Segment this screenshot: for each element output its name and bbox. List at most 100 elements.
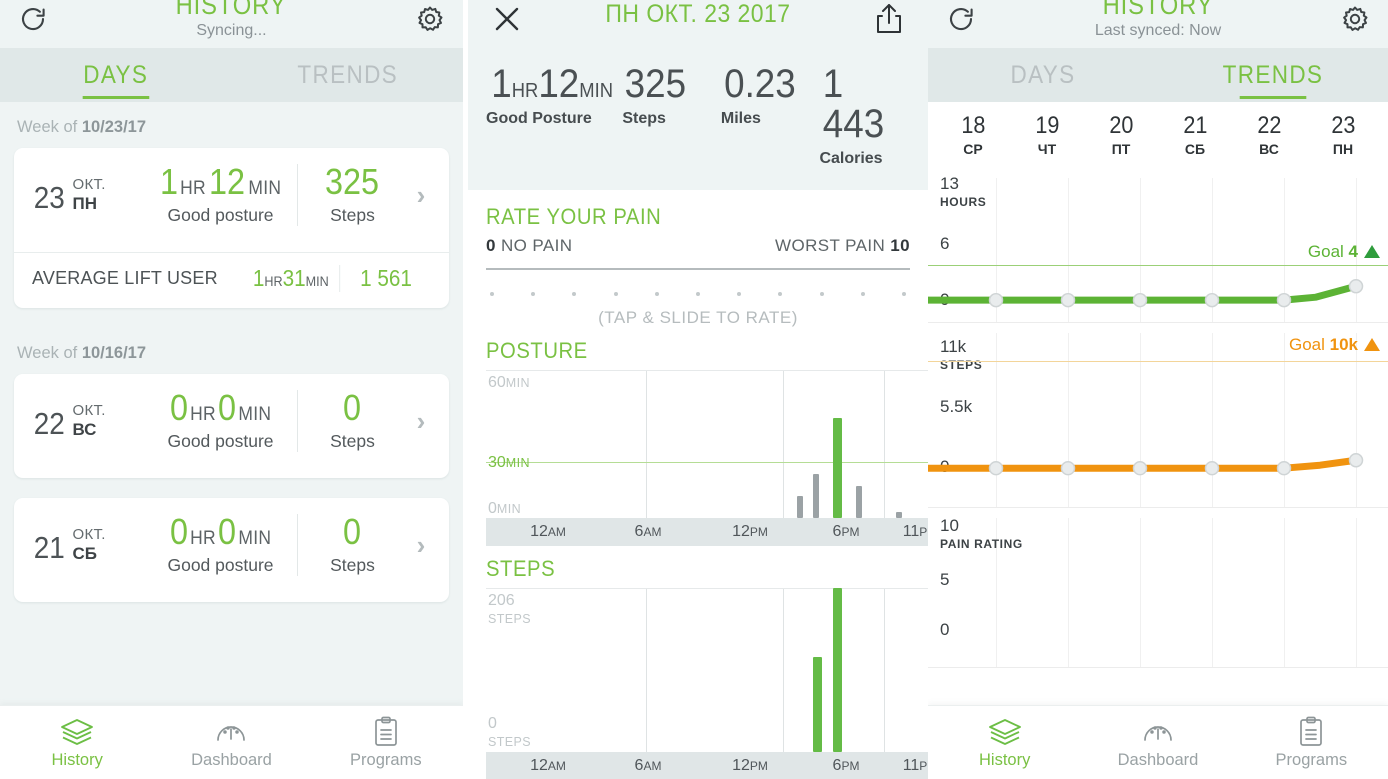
steps-chart-section: STEPS 206 STEPS 0 STEPS 12AM 6AM 12PM 6PM … (468, 546, 928, 779)
clipboard-icon (1235, 716, 1388, 748)
history-day-list[interactable]: Week of 10/23/17 23 ОКТ. ПН 1 HR12 MIN G… (0, 102, 463, 705)
bottom-tab-dashboard[interactable]: Dashboard (1081, 716, 1234, 770)
average-hours: 1 (252, 265, 265, 291)
posture-x-axis: 12AM 6AM 12PM 6PM 11PM (486, 518, 928, 546)
steps-value: 0 (343, 387, 362, 428)
posture-bar (856, 486, 862, 518)
tab-days[interactable]: DAYS (12, 61, 220, 90)
posture-metric: 0 HR0 MIN Good posture (150, 514, 297, 576)
trend-day-selector: 18 СР 19 ЧТ 20 ПТ 21 СБ 22 ВС 23 ПН (928, 102, 1388, 168)
bottom-tab-dashboard[interactable]: Dashboard (154, 716, 308, 770)
day-card[interactable]: 21 ОКТ. СБ 0 HR0 MIN Good posture 0 Step… (14, 498, 449, 602)
day-cell[interactable]: 18 СР (936, 113, 1010, 157)
bottom-tab-label: History (978, 750, 1031, 769)
pain-tick[interactable] (531, 292, 536, 296)
pain-max-number: 10 (890, 236, 910, 255)
day-cell-number: 20 (1108, 111, 1134, 139)
week-header-date: 10/23/17 (81, 118, 147, 136)
posture-chart-title: POSTURE (486, 338, 588, 363)
refresh-icon[interactable] (944, 2, 978, 36)
gridline (1068, 518, 1069, 667)
bottom-tab-label: Dashboard (1117, 750, 1199, 769)
steps-metric: 0 Steps (297, 390, 401, 452)
bottom-tab-history[interactable]: History (0, 716, 154, 770)
pain-tick[interactable] (819, 292, 824, 296)
pain-tick[interactable] (572, 292, 577, 296)
pain-unit-label: PAIN RATING (940, 537, 1023, 551)
pain-tick[interactable] (860, 292, 865, 296)
tab-trends[interactable]: TRENDS (1170, 61, 1377, 90)
average-minutes-unit: MIN (305, 273, 329, 289)
pain-tick[interactable] (695, 292, 700, 296)
share-icon[interactable] (872, 2, 906, 36)
steps-x-axis: 12AM 6AM 12PM 6PM 11PM (486, 752, 928, 779)
bottom-tab-history[interactable]: History (928, 716, 1081, 770)
pain-slider-ticks[interactable] (486, 292, 910, 296)
steps-chart-plot: 206 STEPS 0 STEPS (486, 588, 928, 752)
bottom-tab-label: Programs (350, 750, 422, 769)
day-cell-number: 22 (1256, 111, 1282, 139)
stat-value: 1 443 (823, 62, 885, 146)
pain-tick[interactable] (901, 292, 906, 296)
posture-bar-highlighted (833, 418, 842, 518)
day-number: 22 (33, 406, 65, 442)
stat-unit-min: MIN (579, 80, 614, 102)
posture-xtick: 12PM (732, 523, 768, 540)
bottom-tab-label: History (51, 750, 103, 769)
posture-label: Good posture (167, 205, 274, 225)
day-cell[interactable]: 22 ВС (1232, 111, 1306, 157)
pain-ytick-max-value: 10 (940, 516, 959, 535)
refresh-icon[interactable] (16, 2, 50, 36)
chevron-right-icon[interactable]: › (401, 180, 441, 211)
posture-chart-plot: 60MIN 30MIN 0MIN (486, 370, 928, 518)
gear-icon[interactable] (413, 2, 447, 36)
pain-ytick-max: 10 PAIN RATING (940, 516, 1023, 551)
day-weekday: ПН (72, 194, 97, 213)
gauge-icon (154, 716, 308, 748)
chevron-right-icon[interactable]: › (401, 530, 441, 561)
day-cell[interactable]: 21 СБ (1158, 111, 1232, 157)
pain-section-title: RATE YOUR PAIN (486, 204, 662, 229)
day-card-main-row[interactable]: 23 ОКТ. ПН 1 HR12 MIN Good posture 325 S… (14, 148, 449, 252)
week-header: Week of 10/23/17 (14, 102, 449, 148)
day-card[interactable]: 22 ОКТ. ВС 0 HR0 MIN Good posture 0 Step… (14, 374, 449, 478)
day-cell-number: 19 (1034, 111, 1060, 139)
sync-status: Last synced: Now (1094, 22, 1222, 39)
posture-ytick-30: 30MIN (488, 454, 530, 471)
day-card[interactable]: 23 ОКТ. ПН 1 HR12 MIN Good posture 325 S… (14, 148, 449, 308)
pain-tick[interactable] (490, 292, 494, 296)
steps-ytick-0: 0 STEPS (488, 715, 531, 749)
week-header-prefix: Week of (17, 344, 82, 362)
day-cell[interactable]: 23 ПН (1306, 113, 1380, 157)
pain-tick[interactable] (737, 292, 742, 296)
bottom-tab-programs[interactable]: Programs (309, 716, 463, 770)
bottom-tab-programs[interactable]: Programs (1235, 716, 1388, 770)
data-point (1348, 453, 1364, 468)
day-cell-weekday: ВС (1259, 140, 1279, 157)
week-header-prefix: Week of (17, 118, 82, 136)
day-month: ОКТ. (72, 526, 106, 544)
gauge-icon (1081, 716, 1234, 748)
pain-tick[interactable] (654, 292, 659, 296)
pain-tick[interactable] (778, 292, 783, 296)
close-icon[interactable] (490, 2, 524, 36)
posture-minutes: 0 (217, 387, 236, 428)
posture-minutes-unit: MIN (238, 404, 271, 425)
bottom-tab-label: Dashboard (191, 750, 272, 769)
trend-pain-chart: 10 PAIN RATING 5 0 (928, 508, 1388, 668)
gridline (1140, 518, 1141, 667)
tab-days[interactable]: DAYS (940, 61, 1147, 90)
day-cell-number: 21 (1182, 111, 1208, 139)
chevron-right-icon[interactable]: › (401, 406, 441, 437)
sync-status: Syncing... (196, 22, 267, 39)
tab-trends[interactable]: TRENDS (243, 61, 451, 90)
day-card-main-row[interactable]: 22 ОКТ. ВС 0 HR0 MIN Good posture 0 Step… (14, 374, 449, 478)
day-cell[interactable]: 19 ЧТ (1010, 111, 1084, 157)
pain-slider-track[interactable] (486, 268, 910, 270)
gear-icon[interactable] (1338, 2, 1372, 36)
pain-tick[interactable] (613, 292, 618, 296)
posture-bar (813, 474, 819, 518)
day-cell[interactable]: 20 ПТ (1084, 111, 1158, 157)
stat-label: Calories (819, 150, 883, 167)
day-card-main-row[interactable]: 21 ОКТ. СБ 0 HR0 MIN Good posture 0 Step… (14, 498, 449, 602)
